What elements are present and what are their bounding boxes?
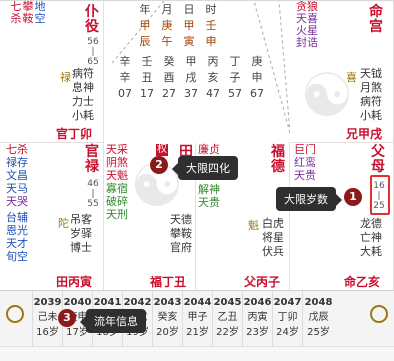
tooltip-liunian-info: 流年信息: [80, 309, 146, 333]
ganzhi-guanlu: 田丙寅: [56, 275, 93, 289]
bottom-strip: [0, 346, 394, 361]
palace-cell-fumu[interactable]: 巨门 红鸾 天贵 父母 16 | 25 龙德 亡神 大耗 命乙亥: [290, 143, 394, 291]
tag-xi: 喜: [346, 71, 357, 84]
palace-name-ming: 命宫: [369, 4, 383, 35]
star-dikong: 地空: [34, 1, 46, 25]
palace-cell-ming[interactable]: 贪狼 天喜 火星 封诰 命宫 喜 天钺 月煞 病符 小耗 兄甲戌: [290, 1, 394, 143]
ganzhi-puyi: 官丁卯: [56, 127, 93, 141]
side-stars-ming: 天钺 月煞 病符 小耗: [360, 67, 382, 122]
ganzhi-fumu: 命乙亥: [344, 275, 381, 289]
liunian-bar: 2039己未16岁 2040庚申17岁 2041辛酉18岁 2042壬戌19岁 …: [0, 290, 394, 347]
tag-lu: 禄: [60, 71, 71, 84]
stars-fumu: 巨门 红鸾 天贵: [294, 143, 316, 182]
age-range-highlight: [370, 175, 390, 215]
palace-name-fude: 福德: [271, 144, 285, 175]
stars-ming: 贪狼 天喜 火星 封诰: [296, 1, 318, 49]
palace-ages-puyi: 56 | 65: [87, 37, 99, 67]
callout-badge-2: 2: [150, 156, 168, 174]
liunian-year[interactable]: 2045 乙丑 22岁: [212, 291, 242, 347]
ganzhi-ming: 兄甲戌: [346, 127, 383, 141]
palace-name-guanlu: 官禄: [85, 144, 99, 175]
palace-cell-guanlu[interactable]: 七杀 禄存 文昌 天马 天哭 台辅 恩光 天才 旬空 官禄 46 | 55 陀 吊客…: [0, 143, 104, 291]
palace-name-fumu: 父母: [371, 144, 385, 175]
dayun-gan: 辛壬癸甲丙丁庚: [119, 55, 263, 68]
scroll-left-ring-icon[interactable]: [6, 305, 24, 323]
dayun-zhi: 辛丑酉戌亥子申: [119, 71, 263, 84]
side-stars-guanlu: 吊客 岁驿 博士: [70, 213, 92, 254]
bazi-gan: 甲庚甲壬: [139, 19, 217, 32]
stars-guanlu: 七杀 禄存 文昌 天马 天哭 台辅 恩光 天才 旬空: [6, 143, 28, 263]
liunian-year[interactable]: 2043 癸亥 20岁: [152, 291, 182, 347]
center-bazi-panel: 年月日时 甲庚甲壬 辰午寅申 辛壬癸甲丙丁庚 辛丑酉戌亥子申 07 17 27 37 4…: [104, 1, 290, 151]
palace-name-puyi: 仆役: [85, 4, 99, 35]
palace-cell-puyi[interactable]: 七杀 攀鞍 地空 仆役 56 | 65 禄 病符 息神 力士 小耗 官丁卯: [0, 1, 104, 143]
liunian-year[interactable]: 2047 丁卯 24岁: [272, 291, 302, 347]
tooltip-daxian-age: 大限岁数: [276, 187, 342, 211]
callout-badge-3: 3: [58, 309, 76, 327]
ganzhi-tianzhai: 福丁丑: [150, 275, 187, 289]
lower-stars-tianzhai: 天德 攀鞍 官府: [170, 213, 192, 254]
dayun-ages: 07 17 27 37 47 57 67: [118, 87, 264, 100]
scroll-right-ring-icon[interactable]: [370, 305, 388, 323]
liunian-year[interactable]: 2044 甲子 21岁: [182, 291, 212, 347]
bazi-zhi: 辰午寅申: [139, 35, 217, 48]
side-stars-puyi: 病符 息神 力士 小耗: [72, 67, 94, 122]
ganzhi-fude: 父丙子: [244, 275, 281, 289]
lower-stars-fude: 白虎 将星 伏兵: [262, 217, 284, 258]
ziwei-chart: ☯ ☯ 七杀 攀鞍 地空 仆役 56 | 65 禄 病符 息神 力士 小耗 官丁卯 …: [0, 0, 394, 291]
tag-kui: 魁: [248, 219, 259, 232]
liunian-year[interactable]: 2048 戊辰 25岁: [302, 291, 334, 347]
palace-ages-guanlu: 46 | 55: [87, 179, 99, 209]
lower-stars-fumu: 龙德 亡神 大耗: [360, 217, 382, 258]
stars-tianzhai: 天采 阴煞 天魁 寡宿 破碎 天刑: [106, 143, 128, 221]
liunian-year[interactable]: 2046 丙寅 23岁: [242, 291, 272, 347]
sihua-quan-badge: 权: [156, 144, 168, 156]
star-qisha: 七杀: [10, 1, 22, 25]
bazi-headers: 年月日时: [139, 3, 217, 16]
tag-tuo: 陀: [58, 217, 69, 230]
callout-badge-1: 1: [344, 188, 362, 206]
tooltip-daxian-sihua: 大限四化: [172, 156, 238, 180]
star-pan-an: 攀鞍: [22, 1, 34, 25]
